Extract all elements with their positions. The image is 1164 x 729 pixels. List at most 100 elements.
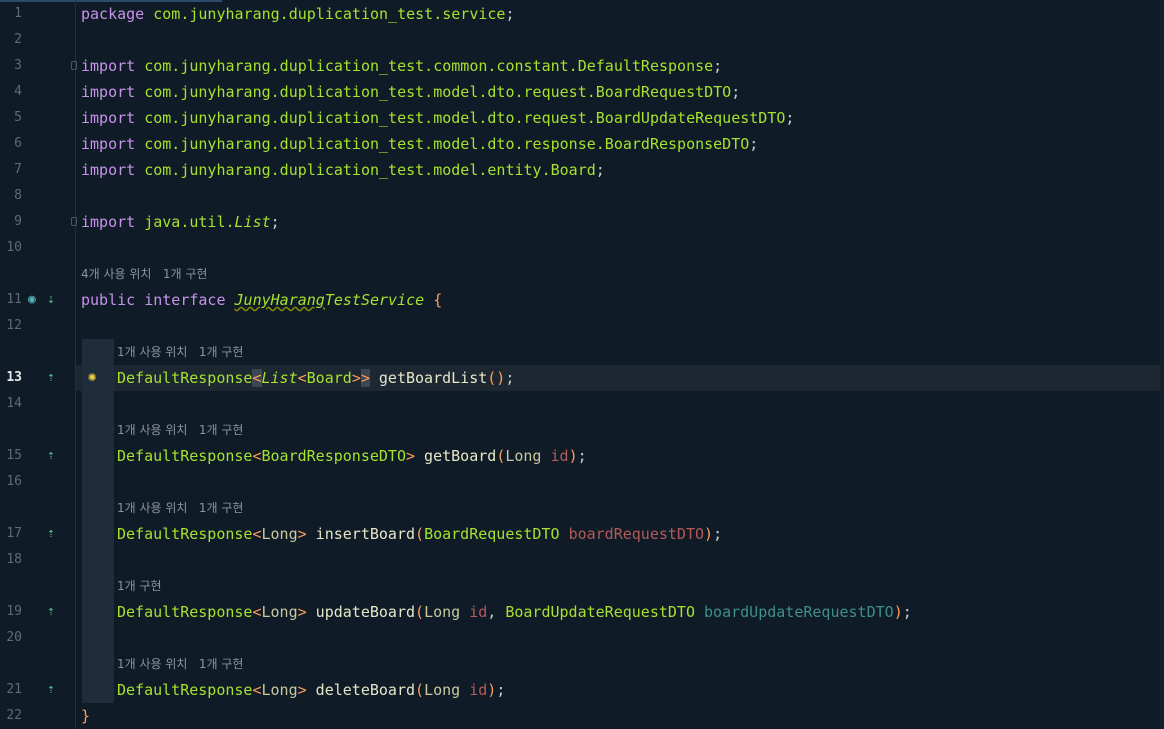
line-number[interactable]: 14	[0, 391, 22, 417]
code-line[interactable]: 20	[0, 625, 1160, 651]
code-line[interactable]: 10	[0, 235, 1160, 261]
code-token: (	[415, 603, 425, 621]
inlay-hint-row: 1개 사용 위치 1개 구현	[0, 339, 1160, 365]
line-number[interactable]: 12	[0, 313, 22, 339]
usage-hint-updateBoard[interactable]: 1개 구현	[117, 573, 162, 599]
implemented-icon[interactable]: ⇡	[47, 525, 55, 543]
code-line[interactable]: 22}	[0, 703, 1160, 729]
code-token: ;	[505, 5, 515, 23]
lightbulb-icon[interactable]: ✺	[88, 368, 96, 386]
inlay-hint-row: 1개 사용 위치 1개 구현	[0, 651, 1160, 677]
line-number[interactable]: 20	[0, 625, 22, 651]
code-text[interactable]: public interface JunyHarangTestService {	[81, 287, 442, 313]
code-text[interactable]: }	[81, 703, 90, 729]
line-number[interactable]: 9	[0, 209, 22, 235]
code-line[interactable]: 5 import com.junyharang.duplication_test.…	[0, 105, 1160, 131]
code-text[interactable]: DefaultResponse<List<Board>> getBoardLis…	[117, 365, 514, 391]
code-line[interactable]: 17 ⇡ DefaultResponse<Long> insertBoard(Boa…	[0, 521, 1160, 547]
code-token: Long	[261, 603, 298, 621]
code-token: ;	[595, 161, 605, 179]
code-text[interactable]: import java.util.List;	[81, 209, 280, 235]
usage-hint-getBoardList[interactable]: 1개 사용 위치 1개 구현	[117, 339, 243, 365]
line-number[interactable]: 15	[0, 443, 22, 469]
code-token: >	[297, 603, 307, 621]
code-line[interactable]: 7 import com.junyharang.duplication_test.…	[0, 157, 1160, 183]
code-text[interactable]: import com.junyharang.duplication_test.m…	[81, 105, 794, 131]
code-line[interactable]: 13 ⇡ ✺ DefaultResponse<List<Board>> getBoar…	[0, 365, 1160, 391]
code-line[interactable]: 14	[0, 391, 1160, 417]
code-token: ;	[270, 213, 280, 231]
line-number[interactable]: 7	[0, 157, 22, 183]
code-line[interactable]: 1 package com.junyharang.duplication_test…	[0, 1, 1160, 27]
code-token: ,	[487, 603, 506, 621]
implemented-icon[interactable]: ⇡	[47, 447, 55, 465]
code-editor[interactable]: 1 package com.junyharang.duplication_test…	[0, 0, 1164, 729]
code-line[interactable]: 4 import com.junyharang.duplication_test.…	[0, 79, 1160, 105]
line-number[interactable]: 18	[0, 547, 22, 573]
interface-icon[interactable]: ◉	[28, 291, 36, 309]
code-line[interactable]: 18	[0, 547, 1160, 573]
code-line[interactable]: 11 ◉ ⇣ public interface JunyHarangTestServi…	[0, 287, 1160, 313]
line-number[interactable]: 19	[0, 599, 22, 625]
usage-hint-getBoard[interactable]: 1개 사용 위치 1개 구현	[117, 417, 243, 443]
code-token: JunyHarang	[234, 291, 325, 309]
code-line[interactable]: 21 ⇡ DefaultResponse<Long> deleteBoard(Lon…	[0, 677, 1160, 703]
code-text[interactable]: DefaultResponse<Long> updateBoard(Long i…	[117, 599, 912, 625]
code-token: ;	[785, 109, 795, 127]
code-line[interactable]: 9 import java.util.List;	[0, 209, 1160, 235]
code-line[interactable]: 12	[0, 313, 1160, 339]
implemented-icon[interactable]: ⇡	[47, 369, 55, 387]
code-text[interactable]: package com.junyharang.duplication_test.…	[81, 1, 514, 27]
code-token: import	[81, 213, 136, 231]
usage-hint-interface[interactable]: 4개 사용 위치 1개 구현	[81, 261, 207, 287]
code-token: )	[704, 525, 714, 543]
code-line[interactable]: 8	[0, 183, 1160, 209]
fold-marker-icon[interactable]	[71, 61, 77, 70]
line-number[interactable]: 13	[0, 365, 22, 391]
code-token: >	[360, 369, 370, 387]
code-token: com.junyharang.duplication_test.model.en…	[135, 161, 596, 179]
line-number[interactable]: 2	[0, 27, 22, 53]
code-token: boardRequestDTO	[568, 525, 705, 543]
code-text[interactable]: DefaultResponse<Long> deleteBoard(Long i…	[117, 677, 505, 703]
code-line[interactable]: 6 import com.junyharang.duplication_test.…	[0, 131, 1160, 157]
code-token: DefaultResponse	[117, 447, 253, 465]
implemented-icon[interactable]: ⇣	[47, 291, 55, 309]
code-text[interactable]: DefaultResponse<BoardResponseDTO> getBoa…	[117, 443, 587, 469]
code-token: Board	[306, 369, 352, 387]
code-text[interactable]: DefaultResponse<Long> insertBoard(BoardR…	[117, 521, 722, 547]
scrollbar-track[interactable]	[1160, 0, 1164, 729]
line-number[interactable]: 22	[0, 703, 22, 729]
code-line[interactable]: 19 ⇡ DefaultResponse<Long> updateBoard(Lon…	[0, 599, 1160, 625]
implemented-icon[interactable]: ⇡	[47, 603, 55, 621]
line-number[interactable]: 3	[0, 53, 22, 79]
code-token: com.junyharang.duplication_test.model.dt…	[135, 83, 732, 101]
line-number[interactable]: 17	[0, 521, 22, 547]
code-line[interactable]: 15 ⇡ DefaultResponse<BoardResponseDTO> get…	[0, 443, 1160, 469]
line-number[interactable]: 21	[0, 677, 22, 703]
usage-hint-insertBoard[interactable]: 1개 사용 위치 1개 구현	[117, 495, 243, 521]
code-text[interactable]: import com.junyharang.duplication_test.m…	[81, 157, 605, 183]
line-number[interactable]: 4	[0, 79, 22, 105]
line-number[interactable]: 6	[0, 131, 22, 157]
code-line[interactable]: 2	[0, 27, 1160, 53]
code-token: import	[81, 135, 136, 153]
line-number[interactable]: 5	[0, 105, 22, 131]
code-token: Long	[424, 681, 470, 699]
line-number[interactable]: 1	[0, 1, 22, 27]
fold-marker-icon[interactable]	[71, 217, 77, 226]
code-token: >	[406, 447, 416, 465]
code-line[interactable]: 3 import com.junyharang.duplication_test.…	[0, 53, 1160, 79]
code-text[interactable]: import com.junyharang.duplication_test.m…	[81, 131, 758, 157]
code-text[interactable]: import com.junyharang.duplication_test.c…	[81, 53, 722, 79]
line-number[interactable]: 10	[0, 235, 22, 261]
code-text[interactable]: import com.junyharang.duplication_test.m…	[81, 79, 740, 105]
code-token: insertBoard	[306, 525, 416, 543]
line-number[interactable]: 11	[0, 287, 22, 313]
implemented-icon[interactable]: ⇡	[47, 681, 55, 699]
code-line[interactable]: 16	[0, 469, 1160, 495]
usage-hint-deleteBoard[interactable]: 1개 사용 위치 1개 구현	[117, 651, 243, 677]
line-number[interactable]: 16	[0, 469, 22, 495]
code-token: <	[252, 369, 262, 387]
line-number[interactable]: 8	[0, 183, 22, 209]
